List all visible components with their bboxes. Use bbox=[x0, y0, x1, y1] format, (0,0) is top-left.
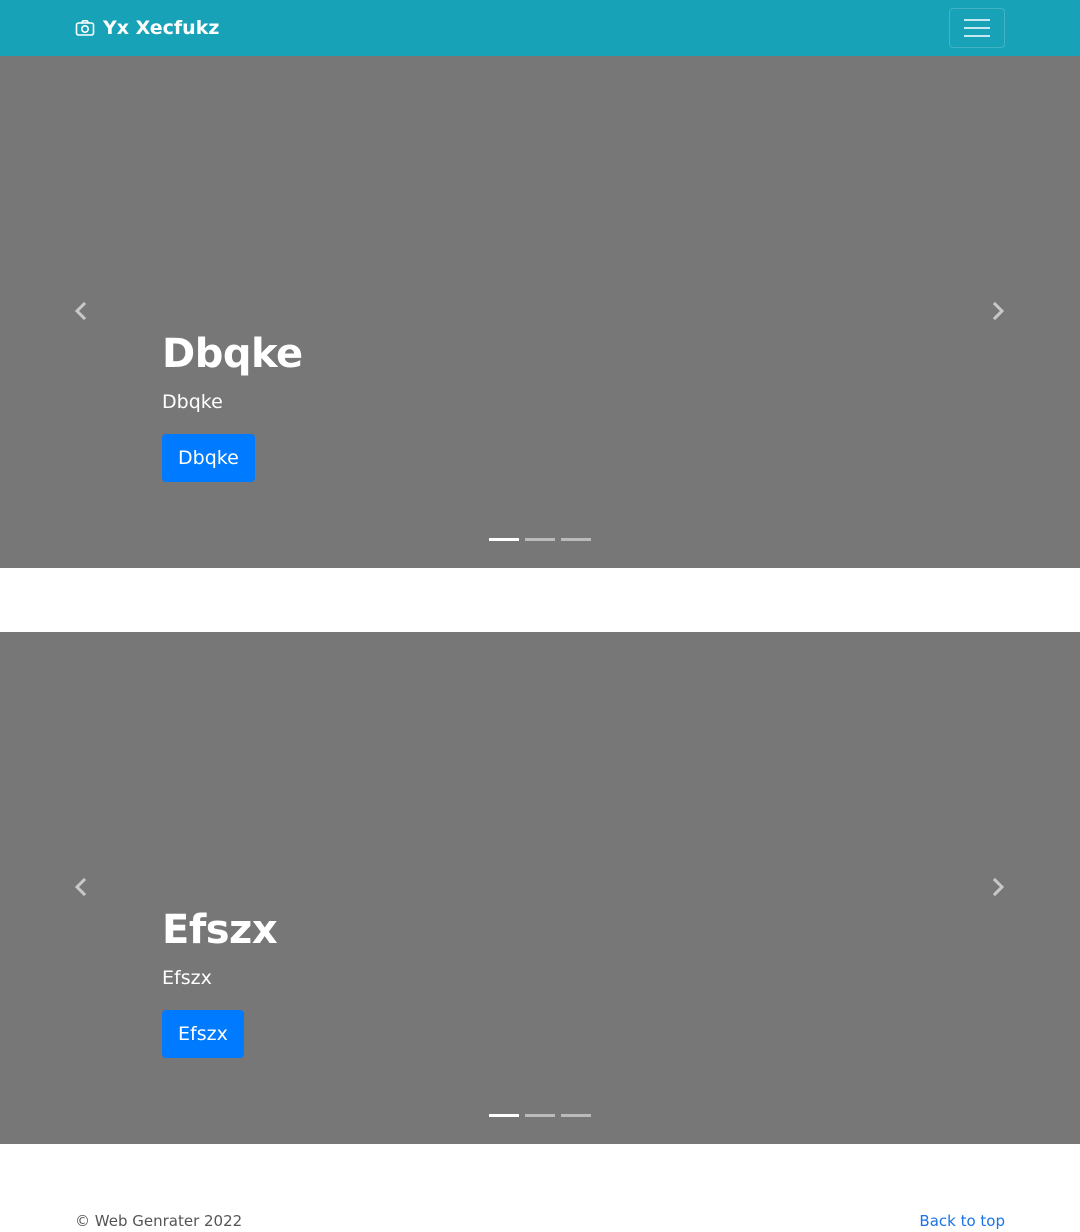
carousel-1-next-button[interactable] bbox=[983, 296, 1013, 326]
carousel-1-prev-button[interactable] bbox=[66, 296, 96, 326]
carousel-2-next-button[interactable] bbox=[983, 872, 1013, 902]
carousel-2-cta-button[interactable]: Efszx bbox=[162, 1010, 244, 1058]
carousel-1-caption: Dbqke Dbqke Dbqke bbox=[162, 326, 303, 482]
carousel-1-indicators bbox=[489, 538, 591, 541]
carousel-2-heading: Efszx bbox=[162, 907, 278, 953]
carousel-1-indicator-3[interactable] bbox=[561, 538, 591, 541]
footer-copyright: © Web Genrater 2022 bbox=[75, 1212, 243, 1230]
carousel-2-indicators bbox=[489, 1114, 591, 1117]
navbar-toggler-button[interactable] bbox=[949, 8, 1005, 48]
chevron-left-icon bbox=[74, 301, 87, 321]
back-to-top-link[interactable]: Back to top bbox=[919, 1210, 1005, 1232]
navbar: Yx Xecfukz bbox=[0, 0, 1080, 56]
chevron-left-icon bbox=[74, 877, 87, 897]
carousel-2: Efszx Efszx Efszx bbox=[0, 632, 1080, 1144]
carousel-2-text: Efszx bbox=[162, 967, 212, 989]
carousel-1-cta-button[interactable]: Dbqke bbox=[162, 434, 255, 482]
carousel-1-text: Dbqke bbox=[162, 391, 223, 413]
carousel-1-indicator-2[interactable] bbox=[525, 538, 555, 541]
carousel-2-indicator-1[interactable] bbox=[489, 1114, 519, 1117]
carousel-1-heading: Dbqke bbox=[162, 331, 303, 377]
brand-link[interactable]: Yx Xecfukz bbox=[75, 16, 219, 40]
carousel-2-indicator-2[interactable] bbox=[525, 1114, 555, 1117]
hamburger-menu-icon bbox=[964, 19, 990, 21]
carousel-1-indicator-1[interactable] bbox=[489, 538, 519, 541]
brand-title: Yx Xecfukz bbox=[103, 17, 220, 39]
chevron-right-icon bbox=[992, 877, 1005, 897]
carousel-2-caption: Efszx Efszx Efszx bbox=[162, 902, 278, 1058]
carousel-1: Dbqke Dbqke Dbqke bbox=[0, 56, 1080, 568]
carousel-2-indicator-3[interactable] bbox=[561, 1114, 591, 1117]
camera-icon bbox=[75, 18, 95, 38]
chevron-right-icon bbox=[992, 301, 1005, 321]
carousel-2-prev-button[interactable] bbox=[66, 872, 96, 902]
